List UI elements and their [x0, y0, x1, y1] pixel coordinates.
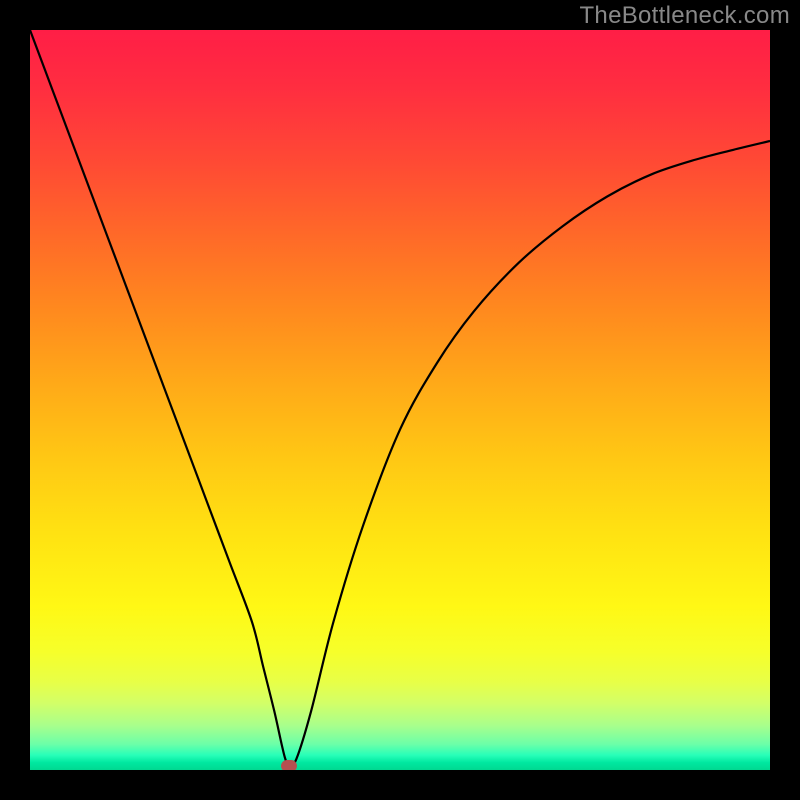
watermark-text: TheBottleneck.com: [579, 2, 790, 30]
bottleneck-curve: [30, 30, 770, 770]
curve-path: [30, 30, 770, 766]
plot-area: [30, 30, 770, 770]
optimum-marker: [281, 760, 297, 770]
chart-frame: TheBottleneck.com: [0, 0, 800, 800]
